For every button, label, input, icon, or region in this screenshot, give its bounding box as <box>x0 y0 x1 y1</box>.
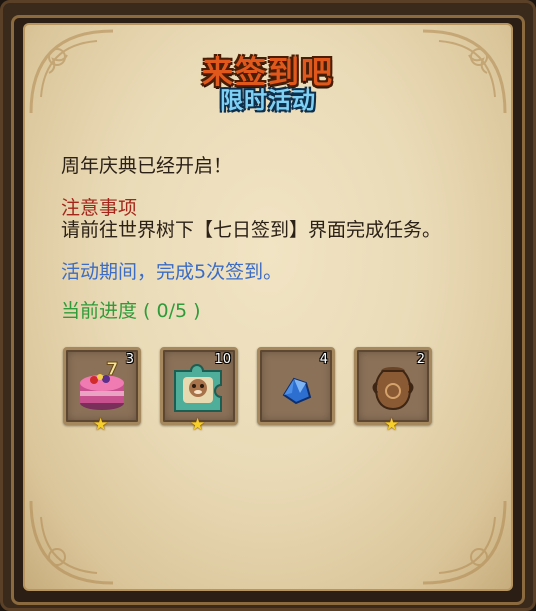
activity-text: 活动期间，完成5次签到。 <box>61 261 283 283</box>
star-icon: ★ <box>93 415 109 435</box>
reward-count: 10 <box>214 352 231 367</box>
star-icon: ★ <box>384 415 400 435</box>
corner-ornament-bottom-left <box>27 497 117 587</box>
cake-item-icon: 7 <box>72 357 132 417</box>
reward-count: 2 <box>416 352 425 367</box>
reward-slot-3[interactable]: 4 <box>257 347 335 425</box>
reward-count: 4 <box>319 352 328 367</box>
reward-slot-2[interactable]: 10 ★ <box>160 347 238 435</box>
reward-slot-4[interactable]: 2 ★ <box>354 347 432 435</box>
notice-text: 请前往世界树下【七日签到】界面完成任务。 <box>61 219 442 241</box>
blue-crystal-item-icon <box>266 357 326 417</box>
reward-slot-1[interactable]: 7 3 ★ <box>63 347 141 435</box>
star-icon: ★ <box>190 415 206 435</box>
popup-subtitle: 限时活动 <box>220 88 316 114</box>
corner-ornament-bottom-right <box>419 497 509 587</box>
ancient-urn-item-icon <box>363 357 423 417</box>
svg-text:7: 7 <box>106 359 119 380</box>
progress-text: 当前进度 ( 0/5 ) <box>61 300 201 322</box>
reward-count: 3 <box>125 352 134 367</box>
popup-outer-frame: 来签到吧 限时活动 周年庆典已经开启！ 注意事项 请前往世界树下【七日签到】界面… <box>0 0 536 611</box>
announcement-text: 周年庆典已经开启！ <box>61 155 233 177</box>
